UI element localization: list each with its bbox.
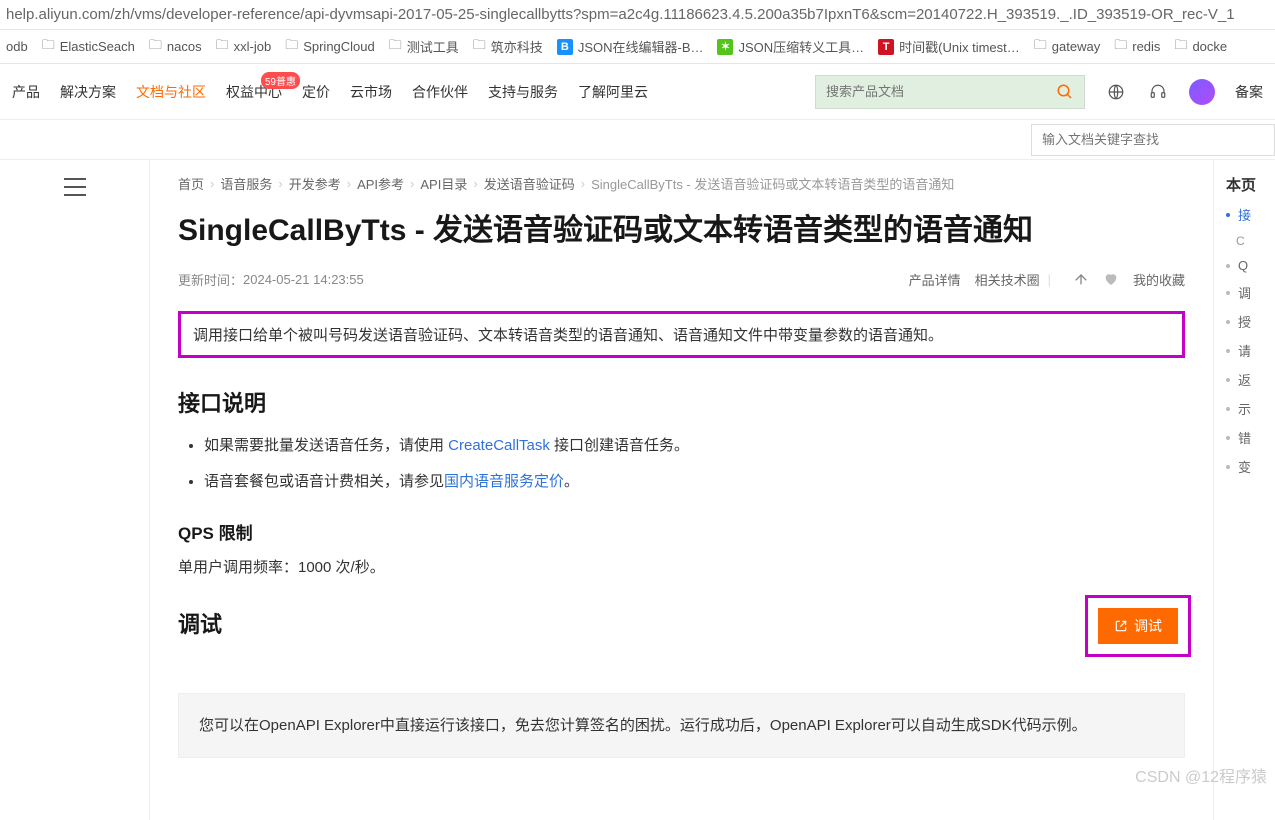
site-icon: B — [557, 39, 573, 55]
bookmark-item[interactable]: 🗀筑亦科技 — [473, 36, 543, 58]
bookmark-item[interactable]: 🗀xxl-job — [216, 36, 272, 58]
list-item: 语音套餐包或语音计费相关，请参见国内语音服务定价。 — [204, 468, 1185, 497]
menu-icon[interactable] — [64, 178, 86, 196]
outline-item[interactable]: Q — [1226, 258, 1269, 273]
bookmark-item[interactable]: 🗀docke — [1174, 36, 1227, 58]
breadcrumb-item[interactable]: 发送语音验证码 — [484, 174, 575, 193]
intro-highlight: 调用接口给单个被叫号码发送语音验证码、文本转语音类型的语音通知、语音通知文件中带… — [178, 311, 1185, 358]
globe-icon[interactable] — [1105, 81, 1127, 103]
nav-docs[interactable]: 文档与社区 — [136, 82, 206, 102]
section-qps-heading: QPS 限制 — [178, 519, 1185, 544]
product-search[interactable] — [815, 75, 1085, 109]
section-interface-heading: 接口说明 — [178, 386, 1185, 418]
bookmark-item[interactable]: 🗀SpringCloud — [285, 36, 375, 58]
product-detail-link[interactable]: 产品详情 — [909, 270, 961, 289]
debug-info-box: 您可以在OpenAPI Explorer中直接运行该接口，免去您计算签名的困扰。… — [178, 693, 1185, 758]
bookmark-item[interactable]: 🗀redis — [1114, 36, 1160, 58]
outline-item[interactable]: 示 — [1226, 399, 1269, 418]
search-icon[interactable] — [1046, 76, 1084, 108]
site-icon: ✶ — [717, 39, 733, 55]
section-debug-heading: 调试 — [178, 607, 1185, 639]
list-item: 如果需要批量发送语音任务，请使用 CreateCallTask 接口创建语音任务… — [204, 432, 1185, 461]
page-title: SingleCallByTts - 发送语音验证码或文本转语音类型的语音通知 — [178, 211, 1185, 252]
bookmark-item[interactable]: ✶JSON压缩转义工具… — [717, 37, 864, 56]
folder-icon: 🗀 — [285, 36, 298, 58]
breadcrumb-current: SingleCallByTts - 发送语音验证码或文本转语音类型的语音通知 — [591, 174, 954, 193]
bookmark-item[interactable]: BJSON在线编辑器-B… — [557, 37, 704, 56]
breadcrumb-item[interactable]: 首页 — [178, 174, 204, 193]
interface-bullets: 如果需要批量发送语音任务，请使用 CreateCallTask 接口创建语音任务… — [178, 432, 1185, 497]
bookmark-item[interactable]: odb — [6, 39, 28, 54]
main-content: 首页› 语音服务› 开发参考› API参考› API目录› 发送语音验证码› S… — [150, 160, 1213, 820]
tech-circle-link[interactable]: 相关技术圈 — [975, 270, 1040, 289]
secondary-bar — [0, 120, 1275, 160]
folder-icon: 🗀 — [149, 36, 162, 58]
bookmark-item[interactable]: 🗀gateway — [1034, 36, 1100, 58]
nav-support[interactable]: 支持与服务 — [488, 82, 558, 102]
folder-icon: 🗀 — [1034, 36, 1047, 58]
bookmark-item[interactable]: T时间戳(Unix timest… — [878, 37, 1020, 56]
folder-icon: 🗀 — [42, 36, 55, 58]
meta-row: 更新时间： 2024-05-21 14:23:55 产品详情 相关技术圈 | 我… — [178, 270, 1185, 289]
link-pricing[interactable]: 国内语音服务定价 — [444, 473, 564, 490]
outline-item[interactable]: 返 — [1226, 370, 1269, 389]
doc-search-input[interactable] — [1031, 124, 1275, 156]
avatar[interactable] — [1189, 79, 1215, 105]
bookmark-item[interactable]: 🗀ElasticSeach — [42, 36, 135, 58]
browser-url-bar[interactable]: help.aliyun.com/zh/vms/developer-referen… — [0, 0, 1275, 30]
left-sidebar — [0, 160, 150, 820]
folder-icon: 🗀 — [1174, 36, 1187, 58]
nav-pricing[interactable]: 定价 — [302, 82, 330, 102]
link-createcalltask[interactable]: CreateCallTask — [448, 437, 550, 454]
external-icon — [1114, 619, 1128, 633]
nav-market[interactable]: 云市场 — [350, 82, 392, 102]
outline-title: 本页 — [1226, 174, 1269, 195]
bookmark-item[interactable]: 🗀测试工具 — [389, 36, 459, 58]
nav-solutions[interactable]: 解决方案 — [60, 82, 116, 102]
right-outline: 本页 接 C Q 调 授 请 返 示 错 变 — [1213, 160, 1275, 820]
debug-button[interactable]: 调试 — [1098, 608, 1178, 644]
outline-item[interactable]: 变 — [1226, 457, 1269, 476]
breadcrumb-item[interactable]: API参考 — [357, 174, 404, 193]
nav-about[interactable]: 了解阿里云 — [578, 82, 648, 102]
nav-badge: 59普惠 — [261, 72, 300, 89]
outline-item[interactable]: 授 — [1226, 312, 1269, 331]
breadcrumb-item[interactable]: 开发参考 — [289, 174, 341, 193]
product-search-input[interactable] — [816, 84, 1046, 99]
debug-highlight: 调试 — [1085, 595, 1191, 657]
heart-icon[interactable] — [1103, 271, 1119, 287]
headset-icon[interactable] — [1147, 81, 1169, 103]
site-icon: T — [878, 39, 894, 55]
outline-item-sub[interactable]: C — [1226, 234, 1269, 248]
site-header: 产品 解决方案 文档与社区 权益中心 59普惠 定价 云市场 合作伙伴 支持与服… — [0, 64, 1275, 120]
breadcrumb: 首页› 语音服务› 开发参考› API参考› API目录› 发送语音验证码› S… — [178, 174, 1185, 193]
outline-item[interactable]: 错 — [1226, 428, 1269, 447]
nav-benefits[interactable]: 权益中心 59普惠 — [226, 82, 282, 102]
breadcrumb-item[interactable]: API目录 — [420, 174, 467, 193]
folder-icon: 🗀 — [473, 36, 486, 58]
share-icon[interactable] — [1073, 271, 1089, 287]
nav-partners[interactable]: 合作伙伴 — [412, 82, 468, 102]
my-favorites-link[interactable]: 我的收藏 — [1133, 270, 1185, 289]
browser-bookmarks: odb 🗀ElasticSeach 🗀nacos 🗀xxl-job 🗀Sprin… — [0, 30, 1275, 64]
bookmark-item[interactable]: 🗀nacos — [149, 36, 202, 58]
outline-item[interactable]: 调 — [1226, 283, 1269, 302]
nav-product[interactable]: 产品 — [12, 82, 40, 102]
doc-search[interactable] — [1031, 124, 1275, 156]
outline-item[interactable]: 接 — [1226, 205, 1269, 224]
outline-item[interactable]: 请 — [1226, 341, 1269, 360]
breadcrumb-item[interactable]: 语音服务 — [220, 174, 272, 193]
qps-text: 单用户调用频率：1000 次/秒。 — [178, 556, 1185, 577]
folder-icon: 🗀 — [216, 36, 229, 58]
update-label: 更新时间： — [178, 270, 243, 289]
url-text: help.aliyun.com/zh/vms/developer-referen… — [6, 6, 1235, 23]
update-time: 2024-05-21 14:23:55 — [243, 272, 364, 287]
folder-icon: 🗀 — [1114, 36, 1127, 58]
folder-icon: 🗀 — [389, 36, 402, 58]
nav-beian[interactable]: 备案 — [1235, 82, 1263, 102]
